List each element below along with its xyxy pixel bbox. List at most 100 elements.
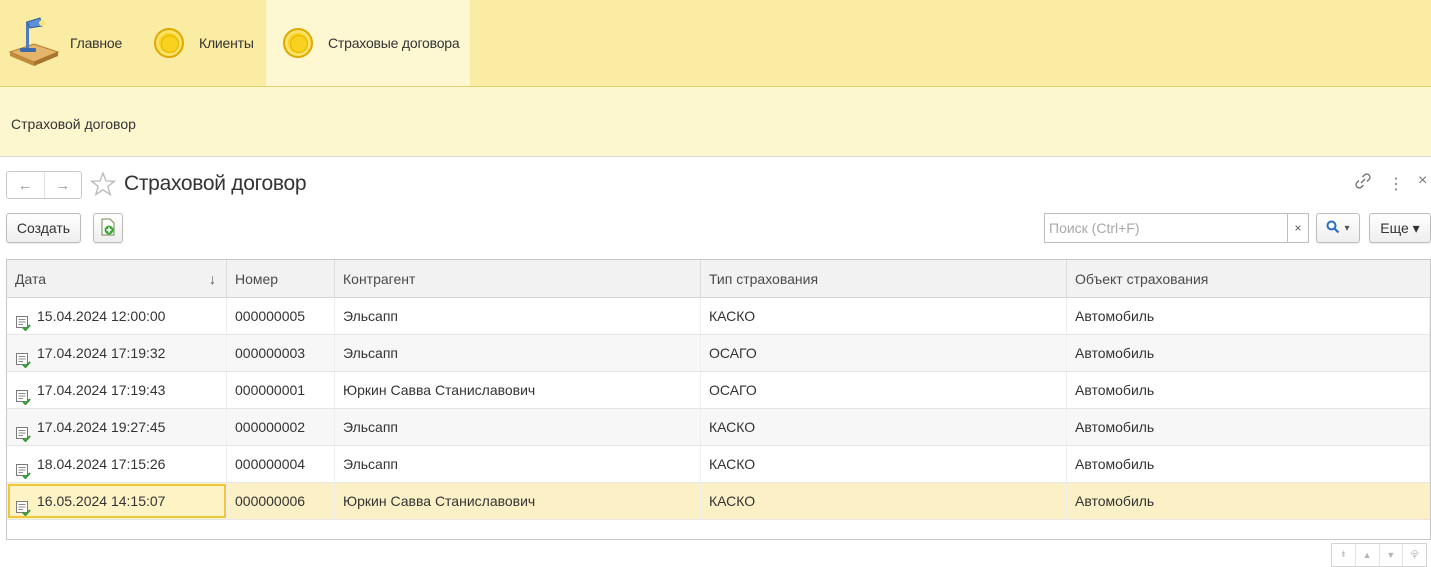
counterparty-cell: Эльсапп	[335, 409, 701, 445]
create-copy-button[interactable]	[93, 213, 123, 243]
insurance-object-cell: Автомобиль	[1067, 372, 1430, 408]
posted-document-icon	[15, 419, 31, 443]
date-cell-text: 17.04.2024 17:19:43	[37, 382, 166, 398]
table-row[interactable]: 15.04.2024 12:00:00 000000005 Эльсапп КАСКО…	[7, 298, 1430, 335]
scroll-down-button[interactable]: ▼	[1378, 544, 1403, 566]
create-button[interactable]: Создать	[6, 213, 81, 243]
date-cell: 15.04.2024 12:00:00	[7, 298, 227, 334]
section-main-label: Главное	[70, 35, 123, 51]
counterparty-cell: Эльсапп	[335, 335, 701, 371]
number-cell: 000000006	[227, 483, 335, 519]
column-header-insurance-object[interactable]: Объект страхования	[1067, 260, 1430, 298]
table-row[interactable]: 18.04.2024 17:15:26 000000004 Эльсапп КАСКО…	[7, 446, 1430, 483]
insurance-type-cell: КАСКО	[701, 483, 1067, 519]
insurance-type-cell-text: КАСКО	[709, 456, 756, 472]
back-button[interactable]: ←	[7, 172, 44, 198]
add-document-icon	[100, 218, 116, 239]
search-button[interactable]: ▾	[1316, 213, 1360, 243]
insurance-type-cell-text: КАСКО	[709, 419, 756, 435]
scroll-up-button[interactable]: ▲	[1354, 544, 1379, 566]
date-cell: 16.05.2024 14:15:07	[7, 483, 227, 519]
counterparty-cell-text: Эльсапп	[343, 456, 399, 472]
function-panel: Страховой договор	[0, 87, 1431, 157]
counterparty-cell: Эльсапп	[335, 298, 701, 334]
number-cell-text: 000000003	[235, 345, 306, 361]
column-header-counterparty[interactable]: Контрагент	[335, 260, 701, 298]
table-pager: ⯒ ▲ ▼ ⯓	[1331, 543, 1427, 567]
counterparty-cell-text: Эльсапп	[343, 345, 399, 361]
counterparty-cell-text: Эльсапп	[343, 419, 399, 435]
insurance-type-cell-text: КАСКО	[709, 493, 756, 509]
section-insurance-contracts-label: Страховые договора	[328, 35, 460, 51]
counterparty-cell: Эльсапп	[335, 446, 701, 482]
sections-panel: Главное Клиенты Страховые договора	[0, 0, 1431, 87]
insurance-object-cell-text: Автомобиль	[1075, 456, 1155, 472]
function-link-insurance-contract[interactable]: Страховой договор	[11, 116, 136, 132]
insurance-type-cell: КАСКО	[701, 409, 1067, 445]
search-clear-button[interactable]: ×	[1287, 213, 1309, 243]
table-row[interactable]: 17.04.2024 17:19:43 000000001 Юркин Савва …	[7, 372, 1430, 409]
date-cell-text: 18.04.2024 17:15:26	[37, 456, 166, 472]
insurance-object-cell: Автомобиль	[1067, 409, 1430, 445]
insurance-type-cell-text: КАСКО	[709, 308, 756, 324]
more-button[interactable]: Еще ▾	[1369, 213, 1431, 243]
table-header: Дата ↓ Номер Контрагент Тип страхования …	[7, 260, 1430, 298]
section-clients-label: Клиенты	[199, 35, 254, 51]
date-cell-text: 15.04.2024 12:00:00	[37, 308, 166, 324]
insurance-object-cell: Автомобиль	[1067, 483, 1430, 519]
posted-document-icon	[15, 308, 31, 332]
date-cell-text: 17.04.2024 17:19:32	[37, 345, 166, 361]
forward-button[interactable]: →	[43, 172, 82, 198]
number-cell: 000000004	[227, 446, 335, 482]
counterparty-cell-text: Эльсапп	[343, 308, 399, 324]
number-cell-text: 000000004	[235, 456, 306, 472]
column-header-number[interactable]: Номер	[227, 260, 335, 298]
insurance-type-cell: ОСАГО	[701, 372, 1067, 408]
table-row[interactable]: 17.04.2024 19:27:45 000000002 Эльсапп КАСКО…	[7, 409, 1430, 446]
section-clients[interactable]: Клиенты	[136, 0, 266, 86]
insurance-object-cell-text: Автомобиль	[1075, 493, 1155, 509]
search-icon	[1326, 220, 1340, 237]
number-cell-text: 000000006	[235, 493, 306, 509]
section-insurance-contracts[interactable]: Страховые договора	[266, 0, 470, 86]
posted-document-icon	[15, 345, 31, 369]
history-navigation: ← →	[6, 171, 82, 199]
insurance-object-cell-text: Автомобиль	[1075, 419, 1155, 435]
insurance-type-cell-text: ОСАГО	[709, 382, 757, 398]
table-row[interactable]: 16.05.2024 14:15:07 000000006 Юркин Савва …	[7, 483, 1430, 520]
form-title: Страховой договор	[124, 172, 307, 195]
contracts-table: Дата ↓ Номер Контрагент Тип страхования …	[6, 259, 1431, 540]
column-header-date[interactable]: Дата ↓	[7, 260, 227, 298]
section-main[interactable]: Главное	[0, 0, 136, 86]
counterparty-cell-text: Юркин Савва Станиславович	[343, 493, 536, 509]
number-cell-text: 000000001	[235, 382, 306, 398]
insurance-type-cell: КАСКО	[701, 298, 1067, 334]
posted-document-icon	[15, 382, 31, 406]
favorite-star-icon[interactable]	[89, 171, 117, 197]
date-cell: 17.04.2024 17:19:43	[7, 372, 227, 408]
date-cell: 17.04.2024 19:27:45	[7, 409, 227, 445]
date-cell-text: 17.04.2024 19:27:45	[37, 419, 166, 435]
number-cell: 000000002	[227, 409, 335, 445]
insurance-object-cell-text: Автомобиль	[1075, 345, 1155, 361]
desk-lamp-icon	[8, 14, 60, 68]
number-cell: 000000003	[227, 335, 335, 371]
counterparty-cell-text: Юркин Савва Станиславович	[343, 382, 536, 398]
search-input[interactable]	[1044, 213, 1287, 243]
insurance-type-cell: КАСКО	[701, 446, 1067, 482]
scroll-to-bottom-button[interactable]: ⯓	[1402, 544, 1426, 566]
table-row[interactable]: 17.04.2024 17:19:32 000000003 Эльсапп ОСАГО…	[7, 335, 1430, 372]
posted-document-icon	[15, 456, 31, 480]
link-icon[interactable]	[1354, 172, 1372, 195]
insurance-object-cell: Автомобиль	[1067, 335, 1430, 371]
insurance-object-cell: Автомобиль	[1067, 298, 1430, 334]
insurance-type-cell-text: ОСАГО	[709, 345, 757, 361]
more-actions-icon[interactable]: ⋮	[1388, 174, 1404, 194]
chevron-down-icon: ▾	[1344, 222, 1350, 234]
column-header-insurance-type[interactable]: Тип страхования	[701, 260, 1067, 298]
coin-icon	[154, 28, 184, 58]
close-icon[interactable]: ×	[1418, 172, 1427, 190]
number-cell: 000000005	[227, 298, 335, 334]
scroll-to-top-button[interactable]: ⯒	[1332, 544, 1355, 566]
posted-document-icon	[15, 493, 31, 517]
